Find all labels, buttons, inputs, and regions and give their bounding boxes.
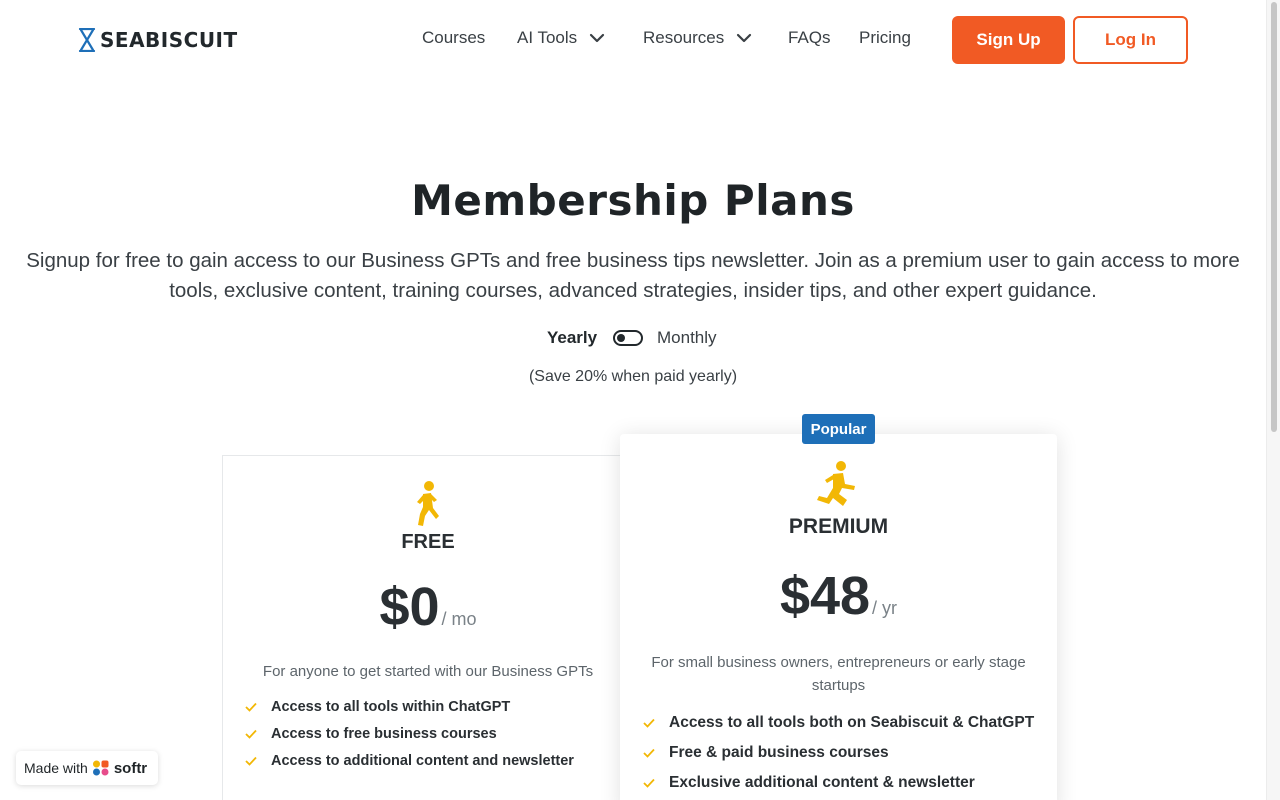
softr-logo-icon — [92, 760, 109, 776]
feature-item: Exclusive additional content & newslette… — [643, 774, 1034, 792]
plan-features: Access to all tools both on Seabiscuit &… — [643, 714, 1034, 792]
chevron-down-icon — [590, 33, 605, 43]
popular-badge: Popular — [802, 414, 875, 444]
check-icon — [643, 748, 655, 758]
softr-brand-label: softr — [113, 759, 148, 777]
plan-price-row: $48 / yr — [620, 565, 1057, 627]
plan-card-premium: PREMIUM $48 / yr For small business owne… — [620, 434, 1057, 800]
plan-price: $0 — [379, 577, 440, 637]
site-header: SEABISCUIT Courses AI Tools Resources FA… — [0, 0, 1266, 80]
feature-item: Access to all tools both on Seabiscuit &… — [643, 714, 1034, 732]
plan-description: For anyone to get started with our Busin… — [262, 663, 594, 680]
plan-features: Access to all tools within ChatGPT Acces… — [245, 699, 574, 769]
chevron-down-icon — [737, 33, 752, 43]
made-with-label: Made with — [24, 760, 88, 776]
plan-card-free: FREE $0 / mo For anyone to get started w… — [222, 455, 632, 800]
page-subtitle: Signup for free to gain access to our Bu… — [26, 249, 1240, 302]
plan-period: / yr — [872, 598, 898, 618]
plan-name: FREE — [401, 531, 455, 553]
page-scrollbar[interactable] — [1266, 0, 1280, 800]
nav-courses[interactable]: Courses — [422, 28, 485, 48]
nav-pricing-label: Pricing — [859, 28, 911, 47]
plan-name: PREMIUM — [788, 515, 889, 538]
made-with-softr-badge[interactable]: Made with softr — [16, 751, 158, 785]
nav-ai-tools[interactable]: AI Tools — [517, 28, 605, 48]
nav-pricing[interactable]: Pricing — [859, 28, 911, 48]
check-icon — [245, 702, 257, 712]
plan-description: For small business owners, entrepreneurs… — [651, 654, 1026, 694]
yearly-label[interactable]: Yearly — [547, 328, 597, 348]
nav-courses-label: Courses — [422, 28, 486, 47]
plan-period: / mo — [441, 609, 477, 629]
feature-item: Access to additional content and newslet… — [245, 753, 574, 769]
billing-toggle-row: Yearly Monthly — [0, 326, 1266, 350]
feature-text: Free & paid business courses — [669, 744, 889, 761]
feature-text: Access to free business courses — [271, 726, 497, 742]
feature-text: Access to additional content and newslet… — [271, 753, 574, 769]
plan-price: $48 — [779, 566, 871, 626]
nav-resources[interactable]: Resources — [643, 28, 752, 48]
running-person-icon — [817, 461, 855, 506]
walking-person-icon — [417, 481, 439, 526]
check-icon — [643, 718, 655, 728]
toggle-knob — [617, 334, 625, 342]
feature-text: Access to all tools both on Seabiscuit &… — [669, 714, 1035, 731]
check-icon — [245, 756, 257, 766]
feature-item: Access to free business courses — [245, 726, 574, 742]
feature-item: Free & paid business courses — [643, 744, 1034, 762]
nav-faqs-label: FAQs — [788, 28, 831, 47]
check-icon — [643, 778, 655, 788]
feature-item: Access to all tools within ChatGPT — [245, 699, 574, 715]
sign-up-button[interactable]: Sign Up — [952, 16, 1065, 64]
billing-period-toggle[interactable] — [613, 330, 643, 346]
nav-ai-tools-label: AI Tools — [517, 28, 578, 47]
nav-faqs[interactable]: FAQs — [788, 28, 831, 48]
log-in-button[interactable]: Log In — [1073, 16, 1188, 64]
monthly-label[interactable]: Monthly — [657, 328, 717, 348]
page-title: Membership Plans — [411, 176, 855, 225]
feature-text: Access to all tools within ChatGPT — [271, 699, 511, 715]
save-note: (Save 20% when paid yearly) — [528, 368, 738, 385]
nav-resources-label: Resources — [643, 28, 725, 47]
scrollbar-thumb[interactable] — [1271, 2, 1277, 432]
feature-text: Exclusive additional content & newslette… — [669, 774, 975, 791]
check-icon — [245, 729, 257, 739]
plan-price-row: $0 / mo — [223, 576, 633, 638]
